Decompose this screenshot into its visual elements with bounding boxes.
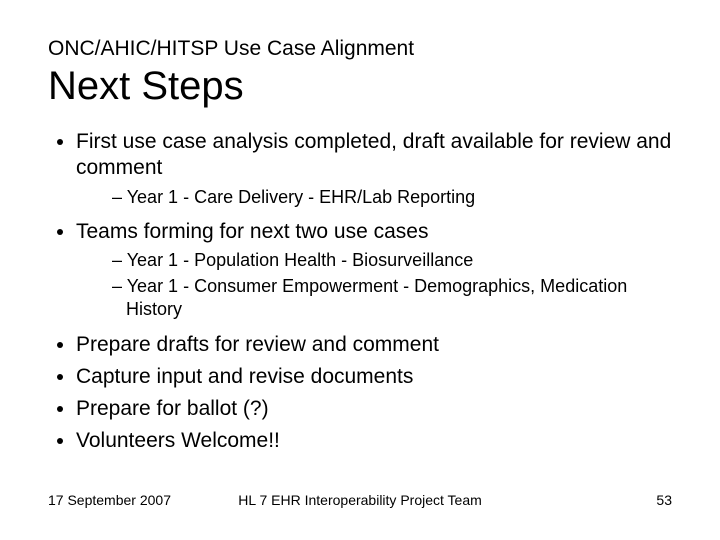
sub-bullet-list: Year 1 - Care Delivery - EHR/Lab Reporti… bbox=[76, 186, 672, 209]
sub-bullet-list: Year 1 - Population Health - Biosurveill… bbox=[76, 249, 672, 321]
bullet-item: Prepare drafts for review and comment bbox=[76, 332, 672, 358]
bullet-list: First use case analysis completed, draft… bbox=[48, 129, 672, 454]
bullet-item: Capture input and revise documents bbox=[76, 364, 672, 390]
bullet-item: Prepare for ballot (?) bbox=[76, 396, 672, 422]
bullet-text: First use case analysis completed, draft… bbox=[76, 130, 671, 179]
slide: ONC/AHIC/HITSP Use Case Alignment Next S… bbox=[0, 0, 720, 540]
slide-supertitle: ONC/AHIC/HITSP Use Case Alignment bbox=[48, 36, 672, 61]
sub-bullet-item: Year 1 - Population Health - Biosurveill… bbox=[112, 249, 672, 272]
footer-date: 17 September 2007 bbox=[48, 492, 171, 508]
bullet-item: Teams forming for next two use cases Yea… bbox=[76, 219, 672, 321]
bullet-text: Teams forming for next two use cases bbox=[76, 220, 428, 243]
bullet-item: Volunteers Welcome!! bbox=[76, 428, 672, 454]
slide-footer: 17 September 2007 HL 7 EHR Interoperabil… bbox=[48, 492, 672, 508]
sub-bullet-item: Year 1 - Care Delivery - EHR/Lab Reporti… bbox=[112, 186, 672, 209]
bullet-item: First use case analysis completed, draft… bbox=[76, 129, 672, 209]
footer-page: 53 bbox=[656, 492, 672, 508]
slide-title: Next Steps bbox=[48, 63, 672, 109]
sub-bullet-item: Year 1 - Consumer Empowerment - Demograp… bbox=[112, 275, 672, 322]
